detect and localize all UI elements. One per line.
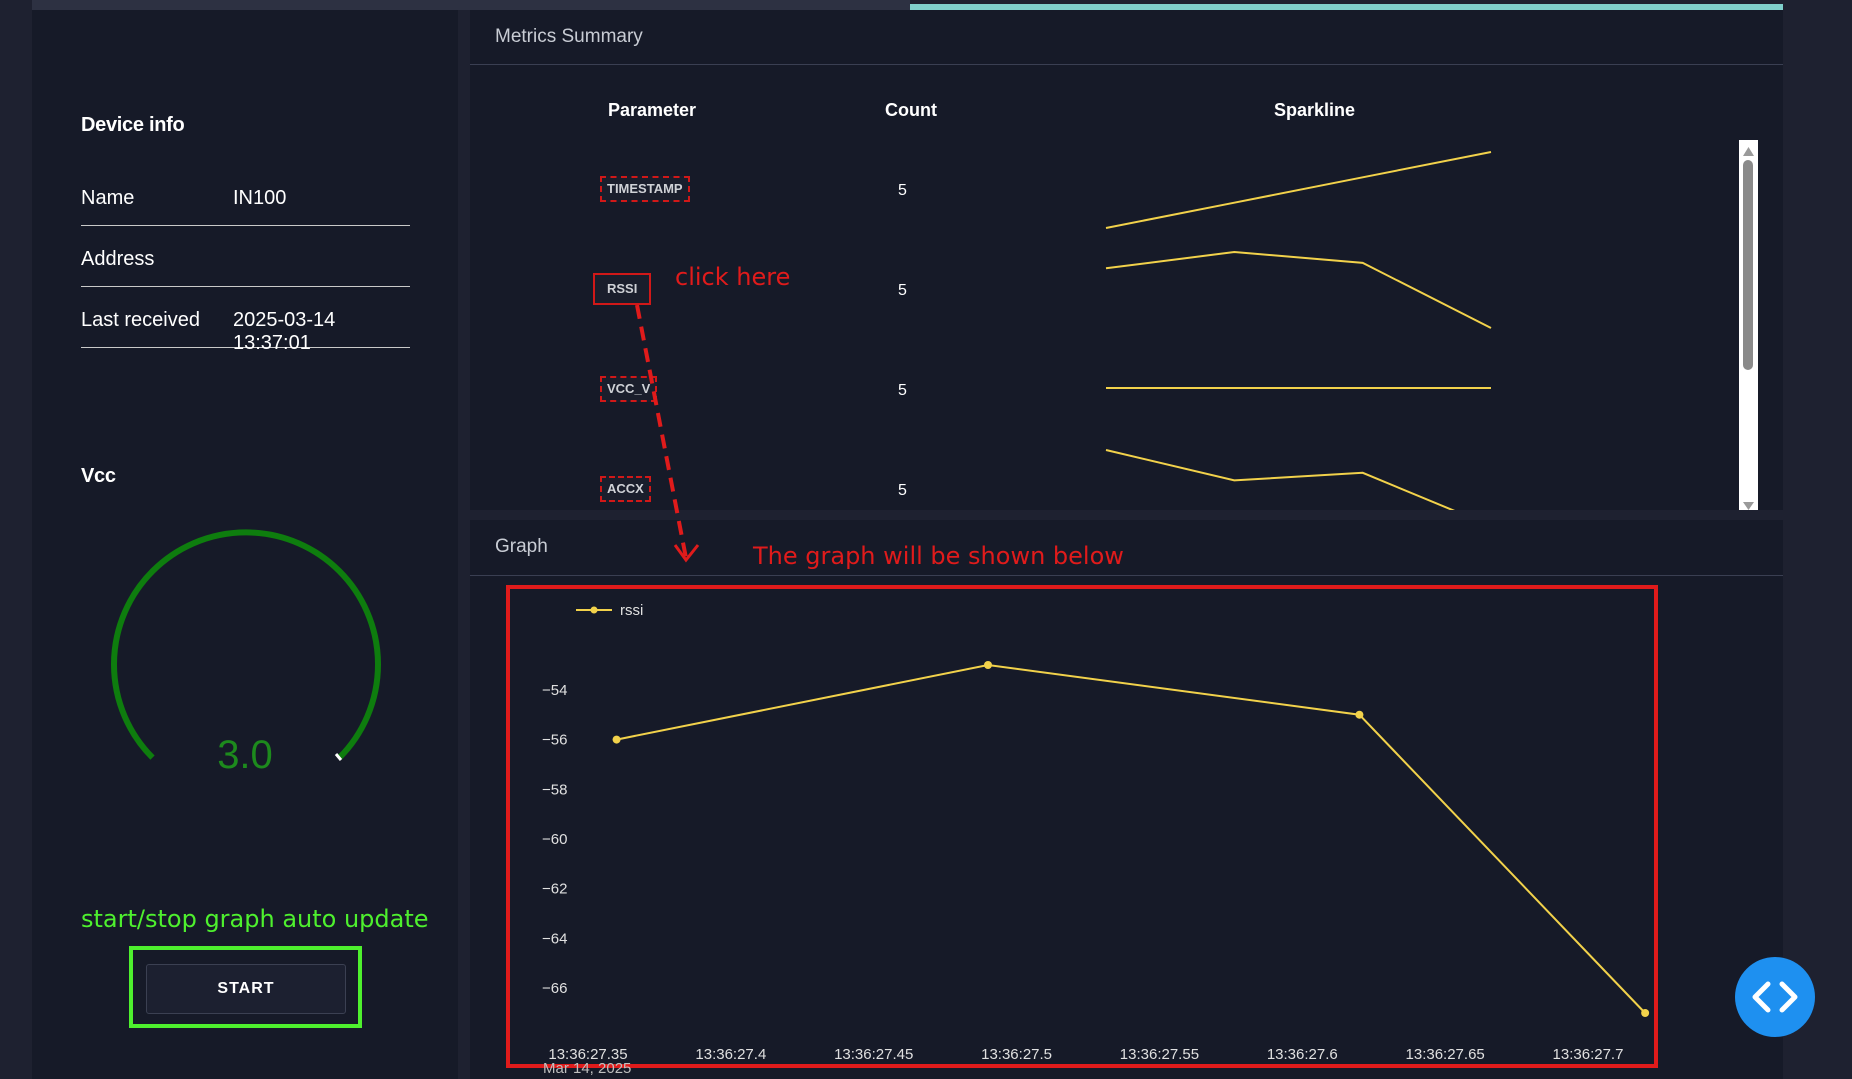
vcc-heading: Vcc bbox=[81, 465, 116, 487]
y-tick-label: −60 bbox=[542, 831, 567, 848]
info-row-address: Address bbox=[81, 226, 410, 287]
code-toggle-button[interactable] bbox=[1735, 957, 1815, 1037]
info-label: Last received bbox=[81, 309, 200, 331]
y-tick-label: −58 bbox=[542, 781, 567, 798]
data-point[interactable] bbox=[1355, 710, 1364, 719]
y-tick-label: −66 bbox=[542, 980, 567, 997]
info-value: IN100 bbox=[233, 187, 287, 209]
x-tick-label: 13:36:27.7 bbox=[1553, 1046, 1624, 1063]
graph-annotation-box bbox=[506, 585, 1658, 1068]
sparklines-area bbox=[1105, 151, 1492, 510]
column-header-sparkline: Sparkline bbox=[1274, 100, 1356, 120]
code-icon bbox=[1752, 981, 1798, 1013]
x-tick-label: 13:36:27.6 bbox=[1267, 1046, 1338, 1063]
count-cell: 5 bbox=[898, 182, 907, 199]
rssi-line-chart: rssi −54−56−58−60−62−64−66 13:36:27.35 13… bbox=[506, 585, 1658, 1077]
x-tick-label: 13:36:27.65 bbox=[1406, 1046, 1485, 1063]
x-tick-label: 13:36:27.5 bbox=[981, 1046, 1052, 1063]
scroll-up-icon[interactable] bbox=[1743, 147, 1754, 156]
count-cell: 5 bbox=[898, 282, 907, 299]
info-label: Address bbox=[81, 248, 155, 270]
info-value: 2025-03-14 13:37:01 bbox=[233, 309, 336, 354]
y-tick-label: −54 bbox=[542, 682, 567, 699]
graph-annotation: The graph will be shown below bbox=[753, 542, 1124, 570]
x-tick-label: 13:36:27.4 bbox=[695, 1046, 766, 1063]
count-cell: 5 bbox=[898, 482, 907, 499]
data-point[interactable] bbox=[612, 735, 621, 744]
info-row-name: Name IN100 bbox=[81, 165, 410, 226]
click-here-annotation: click here bbox=[675, 263, 791, 291]
y-axis: −54 −56 −58 −60 −62 −64 −66 bbox=[542, 682, 567, 997]
start-annotation-text: start/stop graph auto update bbox=[81, 905, 429, 933]
scrollbar-arrows bbox=[1743, 147, 1754, 510]
x-axis: 13:36:27.35 13:36:27.4 13:36:27.45 13:36:27… bbox=[548, 1046, 1623, 1063]
parameter-button-timestamp[interactable]: TIMESTAMP bbox=[600, 176, 690, 202]
gauge-value: 3.0 bbox=[217, 733, 273, 777]
column-header-parameter: Parameter bbox=[608, 100, 697, 120]
start-button[interactable]: START bbox=[146, 964, 346, 1014]
device-info-heading: Device info bbox=[81, 114, 185, 136]
graph-title: Graph bbox=[495, 536, 548, 557]
scroll-down-icon[interactable] bbox=[1743, 502, 1754, 510]
top-progress-track bbox=[32, 0, 910, 10]
info-label: Name bbox=[81, 187, 135, 209]
data-point[interactable] bbox=[984, 661, 992, 669]
annotation-arrow bbox=[635, 304, 700, 563]
metrics-divider bbox=[470, 64, 1783, 65]
legend-label: rssi bbox=[620, 602, 643, 619]
arrow-shaft bbox=[635, 304, 688, 559]
data-point[interactable] bbox=[1641, 1009, 1650, 1017]
gauge-arc bbox=[111, 529, 381, 760]
y-tick-label: −64 bbox=[542, 930, 567, 947]
series-line-rssi bbox=[616, 663, 1646, 1014]
x-tick-label: 13:36:27.55 bbox=[1120, 1046, 1199, 1063]
sparkline-rssi bbox=[1105, 250, 1492, 329]
legend-marker bbox=[590, 606, 598, 614]
sparkline-timestamp bbox=[1105, 151, 1492, 229]
chart-legend[interactable]: rssi bbox=[576, 602, 643, 619]
sparkline-accx bbox=[1105, 449, 1456, 510]
y-tick-label: −62 bbox=[542, 881, 567, 898]
series-rssi bbox=[612, 661, 1650, 1017]
metrics-summary-title: Metrics Summary bbox=[495, 26, 643, 47]
count-cell: 5 bbox=[898, 382, 907, 399]
x-tick-label: 13:36:27.45 bbox=[834, 1046, 913, 1063]
column-header-count: Count bbox=[885, 100, 937, 120]
y-tick-label: −56 bbox=[542, 732, 567, 749]
x-axis-date: Mar 14, 2025 bbox=[543, 1060, 631, 1077]
info-row-last-received: Last received 2025-03-14 13:37:01 bbox=[81, 287, 410, 354]
